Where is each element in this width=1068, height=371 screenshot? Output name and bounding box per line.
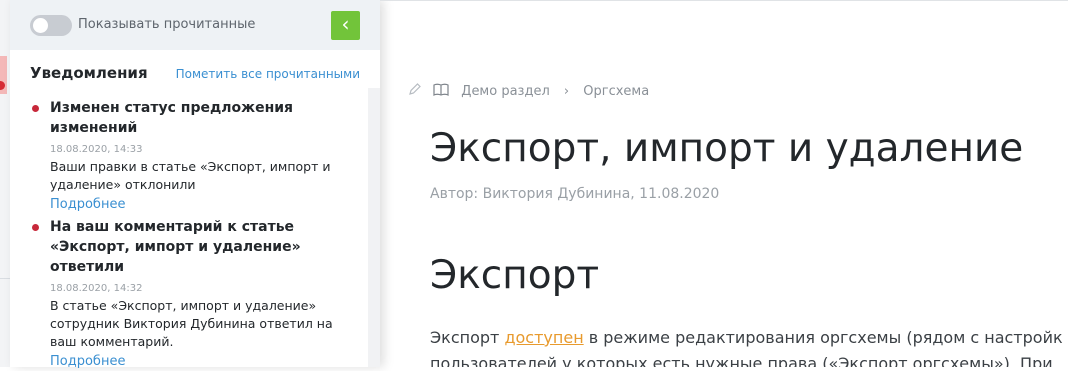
notification-item: Изменен статус предложения изменений 18.…	[10, 98, 380, 214]
top-divider	[380, 0, 1068, 1]
book-icon	[433, 83, 449, 100]
paragraph-line-2: пользователей у которых есть нужные прав…	[430, 354, 1053, 367]
paragraph-text: в режиме редактирования оргсхемы (рядом …	[583, 328, 1063, 347]
app-sidebar-edge	[0, 0, 10, 367]
notification-item: На ваш комментарий к статье «Экспорт, им…	[10, 217, 380, 371]
pencil-icon[interactable]	[408, 82, 422, 100]
breadcrumb: Демо раздел › Оргсхема	[408, 82, 649, 100]
notification-text: Ваши правки в статье «Экспорт, импорт и …	[50, 159, 331, 192]
notification-title: На ваш комментарий к статье «Экспорт, им…	[50, 219, 301, 275]
sidebar-divider	[0, 278, 10, 279]
notification-title: Изменен статус предложения изменений	[50, 100, 294, 136]
toggle-knob	[33, 18, 48, 33]
page-title: Экспорт, импорт и удаление	[430, 126, 1024, 171]
section-heading: Экспорт	[430, 253, 600, 298]
panel-header: Уведомления Пометить все прочитанными	[10, 50, 380, 88]
unread-dot-icon	[32, 105, 39, 112]
notification-more-link[interactable]: Подробнее	[50, 353, 362, 371]
paragraph-text: Экспорт	[430, 328, 505, 347]
panel-scrollbar[interactable]	[368, 88, 380, 367]
unread-dot-icon	[32, 224, 39, 231]
notification-more-link[interactable]: Подробнее	[50, 196, 362, 214]
breadcrumb-item-orgchart[interactable]: Оргсхема	[583, 84, 649, 99]
article-meta: Автор: Виктория Дубинина, 11.08.2020	[430, 186, 720, 202]
notification-date: 18.08.2020, 14:32	[50, 283, 143, 294]
notification-text: В статье «Экспорт, импорт и удаление» со…	[50, 298, 333, 349]
collapse-panel-button[interactable]: ‹	[331, 11, 360, 40]
chevron-left-icon: ‹	[341, 12, 350, 36]
panel-toolbar: Показывать прочитанные ‹	[10, 0, 380, 50]
paragraph-line-1: Экспорт доступен в режиме редактирования…	[430, 325, 1068, 351]
mark-all-read-link[interactable]: Пометить все прочитанными	[176, 67, 360, 81]
notifications-panel: Показывать прочитанные ‹ Уведомления Пом…	[10, 0, 380, 369]
chevron-right-icon: ›	[563, 83, 570, 99]
article-paragraph: Экспорт доступен в режиме редактирования…	[430, 325, 1068, 367]
breadcrumb-item-demo[interactable]: Демо раздел	[461, 84, 549, 99]
show-read-toggle[interactable]	[30, 15, 72, 36]
notification-date: 18.08.2020, 14:33	[50, 144, 143, 155]
available-link[interactable]: доступен	[504, 328, 583, 347]
panel-title: Уведомления	[30, 64, 148, 82]
show-read-label: Показывать прочитанные	[78, 17, 256, 32]
